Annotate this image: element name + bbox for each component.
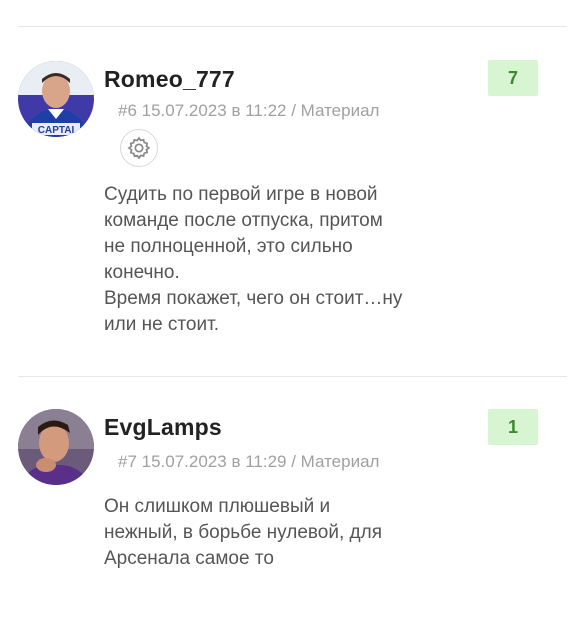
comment-divider (18, 376, 567, 377)
comment-line: нежный, в борьбе нулевой, для (104, 522, 382, 543)
comment-line: или не стоит. (104, 314, 219, 335)
comment-meta: #7 15.07.2023 в 11:29 / Материал (118, 452, 380, 471)
avatar[interactable] (18, 409, 94, 485)
top-divider (18, 26, 567, 27)
comment-text: Судить по первой игре в новой команде по… (104, 182, 484, 338)
avatar[interactable]: CAPTAI (18, 61, 94, 137)
settings-button[interactable] (120, 129, 158, 167)
comment-line: Судить по первой игре в новой (104, 184, 378, 205)
comment-line: команде после отпуска, притом (104, 210, 383, 231)
rating-badge[interactable]: 7 (488, 60, 538, 96)
comment-line: Арсенала самое то (104, 548, 274, 569)
avatar-armband-text: CAPTAI (38, 125, 75, 136)
gear-icon (127, 136, 151, 160)
comment-author[interactable]: EvgLamps (104, 414, 222, 441)
comment-line: конечно. (104, 262, 180, 283)
comment-author[interactable]: Romeo_777 (104, 66, 235, 93)
comment-line: Он слишком плюшевый и (104, 496, 331, 517)
rating-badge[interactable]: 1 (488, 409, 538, 445)
comment-text: Он слишком плюшевый и нежный, в борьбе н… (104, 494, 484, 572)
comment-line: Время покажет, чего он стоит…ну (104, 288, 403, 309)
comment-line: не полноценной, это сильно (104, 236, 353, 257)
comment-meta: #6 15.07.2023 в 11:22 / Материал (118, 101, 380, 120)
